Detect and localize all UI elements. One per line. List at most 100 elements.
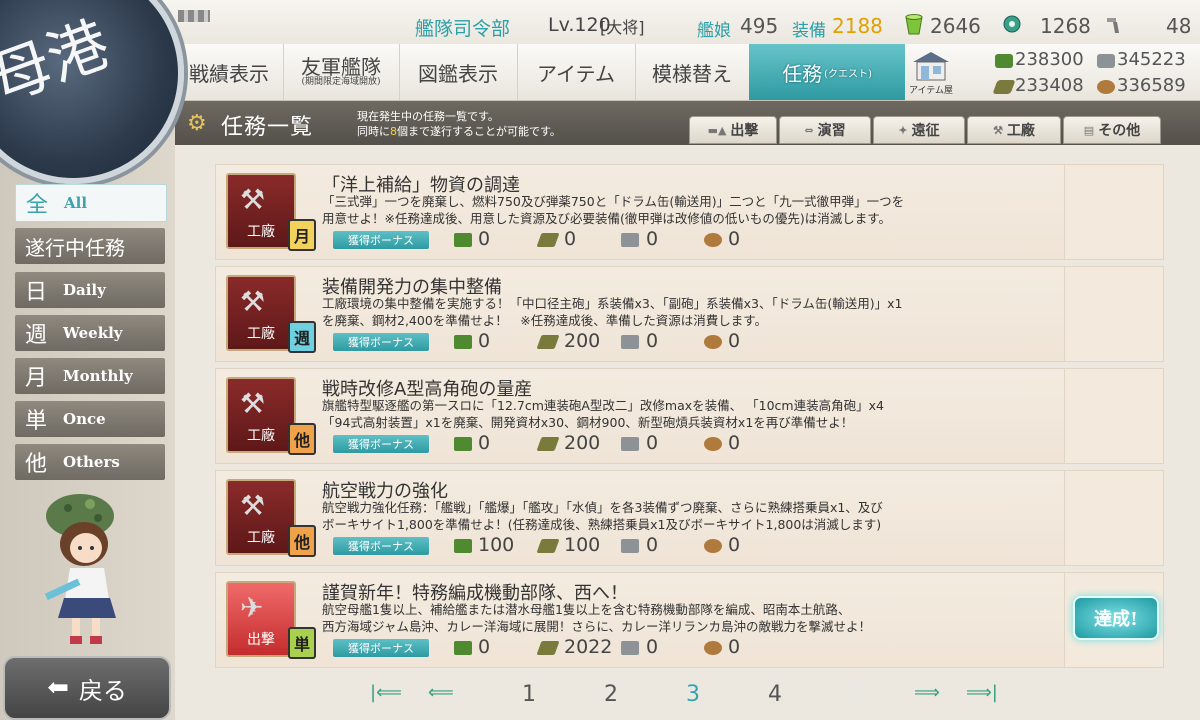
devmat-icon bbox=[1003, 15, 1021, 33]
steel-icon bbox=[621, 437, 639, 451]
quest-description-line-1: 航空母艦1隻以上、補給艦または潜水母艦1隻以上を含む特務機動部隊を編成、昭南本土… bbox=[322, 602, 851, 617]
hq-label: 艦隊司令部 bbox=[415, 18, 511, 40]
page-2[interactable]: 2 bbox=[604, 682, 618, 707]
menu-quest-button[interactable]: 任務 (クエスト) bbox=[749, 44, 906, 100]
reward-bauxite: 0 bbox=[728, 330, 741, 352]
quest-achieved-badge[interactable]: 達成! bbox=[1073, 596, 1159, 640]
gear-icon: ⚙ bbox=[187, 111, 207, 136]
main-menu: 戦績表示 友軍艦隊 (期間限定海域開放) 図鑑表示 アイテム 模様替え 任務 (… bbox=[175, 44, 906, 101]
wrench-icon: ⚒ bbox=[993, 123, 1003, 137]
first-page-button[interactable]: |⟸ bbox=[370, 682, 402, 703]
category-tab-arsenal[interactable]: ⚒ 工廠 bbox=[967, 116, 1061, 144]
bucket-count: 2646 bbox=[930, 14, 981, 38]
prev-page-button[interactable]: ⟸ bbox=[428, 682, 454, 703]
bonus-button[interactable]: 獲得ボーナス bbox=[333, 639, 429, 657]
last-page-button[interactable]: ⟹| bbox=[966, 682, 998, 703]
menu-record-button[interactable]: 戦績表示 bbox=[175, 44, 284, 100]
quest-category-label: 工廠 bbox=[247, 326, 275, 342]
bonus-button[interactable]: 獲得ボーナス bbox=[333, 435, 429, 453]
menu-friend-fleet-button[interactable]: 友軍艦隊 (期間限定海域開放) bbox=[283, 44, 400, 100]
menu-furniture-button[interactable]: 模様替え bbox=[635, 44, 750, 100]
reward-bauxite: 0 bbox=[728, 432, 741, 454]
filter-once-label: Once bbox=[63, 410, 106, 428]
quest-status-column bbox=[1064, 165, 1163, 259]
next-page-button[interactable]: ⟹ bbox=[914, 682, 940, 703]
plane-icon: ✈ bbox=[240, 591, 264, 624]
back-button[interactable]: ⬅ 戻る bbox=[3, 656, 171, 720]
reward-steel: 0 bbox=[646, 636, 659, 658]
quest-description: 航空母艦1隻以上、補給艦または潜水母艦1隻以上を含む特務機動部隊を編成、昭南本土… bbox=[322, 601, 1052, 635]
filter-tab-all[interactable]: 全 All bbox=[15, 184, 167, 222]
fuel-icon bbox=[454, 335, 472, 349]
filter-tab-once[interactable]: 単 Once bbox=[15, 401, 165, 437]
item-shop-button[interactable]: アイテム屋 bbox=[907, 48, 955, 96]
hq-rank: [大将] bbox=[600, 18, 645, 37]
filter-tab-daily[interactable]: 日 Daily bbox=[15, 272, 165, 308]
category-tab-expedition[interactable]: ✦ 遠征 bbox=[873, 116, 965, 144]
quest-row[interactable]: ⚒ 工廠 月 「洋上補給」物資の調達 「三式弾」一つを廃棄し、燃料750及び弾薬… bbox=[215, 164, 1164, 260]
bonus-button[interactable]: 獲得ボーナス bbox=[333, 537, 429, 555]
menu-encyclopedia-button[interactable]: 図鑑表示 bbox=[399, 44, 518, 100]
menu-friend-fleet-label: 友軍艦隊 bbox=[301, 54, 381, 79]
devmat-count: 1268 bbox=[1040, 14, 1091, 38]
description-suffix: 個まで遂行することが可能です。 bbox=[397, 125, 561, 138]
quest-description-line-2: ボーキサイト1,800を準備せよ！(任務達成後、熟練搭乗員x1及びボーキサイト1… bbox=[322, 517, 882, 532]
menu-friend-fleet-sub: (期間限定海域開放) bbox=[301, 76, 381, 87]
quest-row[interactable]: ✈ 出撃 単 謹賀新年！特務編成機動部隊、西へ！ 航空母艦1隻以上、補給艦または… bbox=[215, 572, 1164, 668]
hammer-icon: ⚒ bbox=[240, 285, 266, 318]
back-label: 戻る bbox=[78, 676, 127, 705]
menu-furniture-label: 模様替え bbox=[652, 61, 732, 86]
quest-row[interactable]: ⚒ 工廠 週 装備開発力の集中整備 工廠環境の集中整備を実施する！「中口径主砲」… bbox=[215, 266, 1164, 362]
filter-others-label: Others bbox=[63, 453, 120, 471]
menu-encyclopedia-label: 図鑑表示 bbox=[418, 61, 498, 86]
quest-description: 「三式弾」一つを廃棄し、燃料750及び弾薬750と「ドラム缶(輸送用)」二つと「… bbox=[322, 193, 1052, 227]
steel-icon bbox=[621, 233, 639, 247]
quest-row[interactable]: ⚒ 工廠 他 戦時改修A型高角砲の量産 旗艦特型駆逐艦の第一スロに「12.7cm… bbox=[215, 368, 1164, 464]
quest-status-column bbox=[1064, 267, 1163, 361]
quest-category-label: 出撃 bbox=[247, 632, 275, 648]
bonus-button[interactable]: 獲得ボーナス bbox=[333, 231, 429, 249]
reward-ammo: 200 bbox=[564, 330, 601, 352]
back-arrow-icon: ⬅ bbox=[47, 673, 69, 703]
page-1[interactable]: 1 bbox=[522, 682, 536, 707]
category-tab-sortie[interactable]: ▬▲ 出撃 bbox=[689, 116, 777, 144]
hammer-icon: ⚒ bbox=[240, 183, 266, 216]
ammo-icon bbox=[536, 539, 560, 553]
filter-tab-monthly[interactable]: 月 Monthly bbox=[15, 358, 165, 394]
ammo-amount: 233408 bbox=[1015, 75, 1084, 96]
frequency-badge: 月 bbox=[288, 219, 316, 251]
page-5[interactable]: 5 bbox=[850, 682, 864, 707]
filter-tab-in-progress[interactable]: 遂行中任務 bbox=[15, 228, 165, 264]
category-tab-sortie-label: 出撃 bbox=[730, 123, 759, 139]
bauxite-icon bbox=[704, 335, 722, 349]
quest-category-icon: ⚒ 工廠 bbox=[226, 173, 296, 249]
quest-row[interactable]: ⚒ 工廠 他 航空戦力の強化 航空戦力強化任務：「艦戦」「艦爆」「艦攻」「水偵」… bbox=[215, 470, 1164, 566]
filter-monthly-label: Monthly bbox=[63, 367, 133, 385]
bauxite-icon bbox=[704, 233, 722, 247]
quest-description-line-2: を廃棄、鋼材2,400を準備せよ！ ※任務達成後、準備した資源は消費します。 bbox=[322, 313, 768, 328]
category-tab-other[interactable]: ▤ その他 bbox=[1063, 116, 1161, 144]
max-quest-count: 8 bbox=[390, 125, 397, 138]
reward-fuel: 0 bbox=[478, 330, 491, 352]
logo-glyph: 母港 bbox=[0, 9, 119, 117]
filter-weekly-label: Weekly bbox=[63, 324, 123, 342]
ammo-icon bbox=[536, 641, 560, 655]
bauxite-icon bbox=[704, 437, 722, 451]
page-4[interactable]: 4 bbox=[768, 682, 782, 707]
ship-icon: ▬▲ bbox=[707, 123, 727, 137]
shop-icon bbox=[913, 52, 949, 81]
ammo-icon bbox=[992, 80, 1016, 94]
menu-item-button[interactable]: アイテム bbox=[517, 44, 636, 100]
menu-quest-tag: (クエスト) bbox=[824, 68, 872, 80]
page-3-current[interactable]: 3 bbox=[686, 682, 700, 707]
screw-icon bbox=[1107, 18, 1119, 33]
quest-description-line-1: 旗艦特型駆逐艦の第一スロに「12.7cm連装砲A型改二」改修maxを装備、 「1… bbox=[322, 398, 884, 413]
category-tab-exercise[interactable]: ⇔ 演習 bbox=[779, 116, 871, 144]
bonus-button[interactable]: 獲得ボーナス bbox=[333, 333, 429, 351]
filter-tab-others[interactable]: 他 Others bbox=[15, 444, 165, 480]
fuel-icon bbox=[454, 437, 472, 451]
quest-description-line-1: 工廠環境の集中整備を実施する！「中口径主砲」系装備x3、「副砲」系装備x3、「ド… bbox=[322, 296, 903, 311]
frequency-badge: 単 bbox=[288, 627, 316, 659]
filter-tab-weekly[interactable]: 週 Weekly bbox=[15, 315, 165, 351]
description-line-2: 同時に8個まで遂行することが可能です。 bbox=[357, 124, 561, 139]
